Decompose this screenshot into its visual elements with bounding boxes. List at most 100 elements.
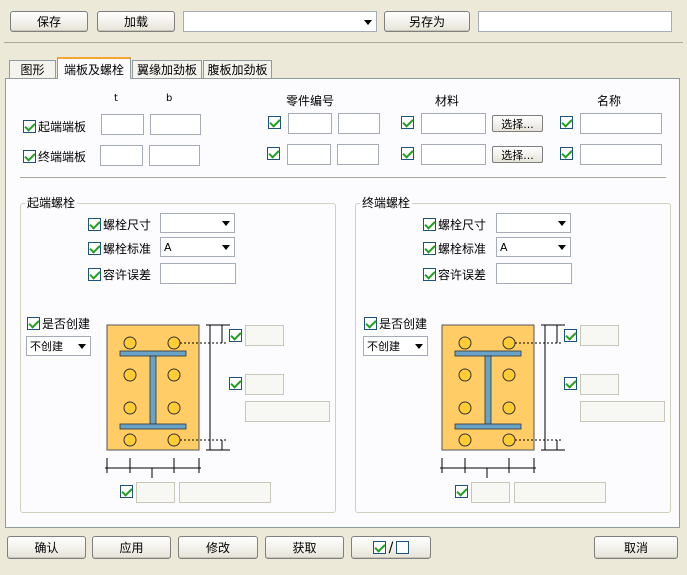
apply-button[interactable]: 应用 <box>92 536 171 559</box>
start-create-combo[interactable]: 不创建 <box>26 336 91 356</box>
load-button[interactable]: 加载 <box>97 11 175 32</box>
end-tolerance-checkbox[interactable] <box>423 268 436 281</box>
end-plate-name-input[interactable] <box>580 144 662 165</box>
end-horizontal-checkbox[interactable] <box>455 485 468 498</box>
end-bolt-standard-combo[interactable]: A <box>496 237 571 257</box>
end-bolt-size-checkbox[interactable] <box>423 218 436 231</box>
bolt-icon <box>502 401 516 415</box>
end-plate-label: 终端端板 <box>38 150 87 164</box>
end-edge-top-input[interactable] <box>580 325 619 346</box>
modify-button[interactable]: 修改 <box>178 536 258 559</box>
end-bolt-standard-checkbox[interactable] <box>423 242 436 255</box>
beam-flange-bottom <box>119 423 187 430</box>
start-plate-t-input[interactable] <box>101 114 144 135</box>
end-plate-select-button[interactable]: 选择... <box>492 146 543 163</box>
end-spacing-list-input[interactable] <box>580 401 665 422</box>
bolt-icon <box>123 368 137 382</box>
end-plate-prefix-input[interactable] <box>287 144 331 165</box>
bolt-icon <box>458 401 472 415</box>
chevron-down-icon <box>364 19 372 25</box>
start-spacing-input[interactable] <box>245 374 284 395</box>
start-bolt-size-checkbox[interactable] <box>88 218 101 231</box>
start-edge-top-input[interactable] <box>245 325 284 346</box>
start-spacing-list-input[interactable] <box>245 401 330 422</box>
col-part-no-header: 零件编号 <box>286 94 335 108</box>
end-plate-b-input[interactable] <box>149 145 200 166</box>
start-create-checkbox[interactable] <box>27 317 40 330</box>
bolt-icon <box>123 336 137 350</box>
end-horizontal-list-input[interactable] <box>514 482 606 503</box>
end-bolt-size-label: 螺栓尺寸 <box>438 218 487 232</box>
col-b-header: b <box>166 93 173 104</box>
toggle-checkboxes-button[interactable]: / <box>351 536 431 559</box>
unchecked-box-icon <box>396 541 410 554</box>
bolt-icon <box>123 433 137 447</box>
start-spacing-checkbox[interactable] <box>229 377 242 390</box>
start-horizontal-input[interactable] <box>136 482 175 503</box>
end-plate-t-input[interactable] <box>100 145 143 166</box>
start-plate-name-checkbox[interactable] <box>560 116 573 129</box>
end-spacing-checkbox[interactable] <box>564 377 577 390</box>
bolt-icon <box>167 433 181 447</box>
get-button[interactable]: 获取 <box>265 536 344 559</box>
end-plate-partno-checkbox[interactable] <box>267 147 280 160</box>
end-plate-number-input[interactable] <box>337 144 379 165</box>
tab-web-stiffener[interactable]: 腹板加劲板 <box>203 60 272 78</box>
start-plate-select-button[interactable]: 选择... <box>492 115 543 132</box>
end-edge-top-checkbox[interactable] <box>564 329 577 342</box>
start-plate-label: 起端端板 <box>38 120 87 134</box>
start-plate-b-input[interactable] <box>150 114 201 135</box>
end-plate-material-input[interactable] <box>421 144 486 165</box>
save-as-name-input[interactable] <box>478 11 672 32</box>
cancel-button[interactable]: 取消 <box>594 536 678 559</box>
start-edge-top-checkbox[interactable] <box>229 329 242 342</box>
beam-flange-top <box>454 350 522 357</box>
start-bolt-standard-combo[interactable]: A <box>160 237 235 257</box>
bolt-icon <box>167 336 181 350</box>
tab-flange-stiffener[interactable]: 翼缘加劲板 <box>132 60 202 78</box>
start-plate-name-input[interactable] <box>580 113 662 134</box>
start-plate-number-input[interactable] <box>338 113 380 134</box>
toggle-separator: / <box>388 539 394 556</box>
start-plate-material-input[interactable] <box>421 113 486 134</box>
ok-button[interactable]: 确认 <box>7 536 86 559</box>
start-horizontal-list-input[interactable] <box>179 482 271 503</box>
end-tolerance-label: 容许误差 <box>438 268 487 282</box>
start-plate-prefix-input[interactable] <box>288 113 332 134</box>
end-bolts-title: 终端螺栓 <box>360 194 413 211</box>
end-tolerance-input[interactable] <box>496 263 572 284</box>
start-horizontal-checkbox[interactable] <box>120 485 133 498</box>
start-tolerance-checkbox[interactable] <box>88 268 101 281</box>
bolt-icon <box>167 401 181 415</box>
beam-flange-top <box>119 350 187 357</box>
chevron-down-icon <box>222 245 230 250</box>
chevron-down-icon <box>558 221 566 226</box>
start-bolt-standard-checkbox[interactable] <box>88 242 101 255</box>
start-tolerance-label: 容许误差 <box>103 268 152 282</box>
save-as-button[interactable]: 另存为 <box>384 11 470 32</box>
start-create-value: 不创建 <box>30 340 63 353</box>
start-plate-material-checkbox[interactable] <box>401 116 414 129</box>
bolt-icon <box>458 336 472 350</box>
beam-web <box>149 355 157 425</box>
end-bolt-size-combo[interactable] <box>496 213 571 233</box>
start-create-label: 是否创建 <box>42 317 91 331</box>
end-horizontal-input[interactable] <box>471 482 510 503</box>
end-spacing-input[interactable] <box>580 374 619 395</box>
section-divider <box>20 177 666 178</box>
tab-graphics[interactable]: 图形 <box>9 60 56 78</box>
end-plate-name-checkbox[interactable] <box>560 147 573 160</box>
end-create-label: 是否创建 <box>379 317 428 331</box>
start-tolerance-input[interactable] <box>160 263 236 284</box>
end-create-checkbox[interactable] <box>364 317 377 330</box>
start-bolt-size-combo[interactable] <box>160 213 235 233</box>
checked-box-icon <box>372 541 386 554</box>
end-plate-checkbox[interactable] <box>23 150 36 163</box>
end-create-combo[interactable]: 不创建 <box>363 336 428 356</box>
start-plate-partno-checkbox[interactable] <box>268 116 281 129</box>
tab-endplate-bolts[interactable]: 端板及螺栓 <box>57 57 131 79</box>
start-plate-checkbox[interactable] <box>23 120 36 133</box>
preset-combo[interactable] <box>183 11 377 32</box>
save-button[interactable]: 保存 <box>10 11 88 32</box>
end-plate-material-checkbox[interactable] <box>401 147 414 160</box>
